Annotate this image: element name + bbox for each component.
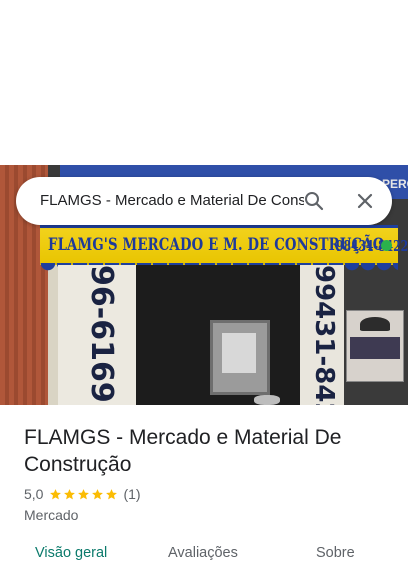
star-icon xyxy=(50,488,62,499)
poster-graphic xyxy=(360,317,390,331)
place-tabs: Visão geral Avaliações Sobre xyxy=(0,536,408,570)
tab-overview[interactable]: Visão geral xyxy=(35,545,107,561)
star-rating xyxy=(49,488,118,501)
close-icon[interactable] xyxy=(353,189,377,213)
place-title: FLAMGS - Mercado e Material De Construçã… xyxy=(24,426,342,476)
review-count[interactable]: (1) xyxy=(123,486,140,502)
star-icon xyxy=(64,488,76,499)
place-category[interactable]: Mercado xyxy=(24,507,78,523)
photo-shelf-inner xyxy=(222,333,256,373)
whatsapp-icon xyxy=(381,240,392,251)
star-icon xyxy=(78,488,90,499)
search-icon[interactable] xyxy=(302,189,326,213)
pillar-phone-right: 99431-8422 xyxy=(309,265,339,405)
photo-stool xyxy=(254,395,280,405)
poster-band xyxy=(350,337,400,359)
star-icon xyxy=(106,488,118,499)
map-blank-area xyxy=(0,0,408,165)
pillar-phone-left: 96-6169 xyxy=(84,265,119,403)
search-input[interactable]: FLAMGS - Mercado e Material De Construçã… xyxy=(40,191,304,211)
star-icon xyxy=(92,488,104,499)
search-bar[interactable]: FLAMGS - Mercado e Material De Construçã… xyxy=(16,177,392,225)
rating-row[interactable]: 5,0 (1) xyxy=(24,485,141,503)
store-sign-phone: 98434-8422 xyxy=(336,237,408,255)
store-sign-text: FLAMG'S MERCADO E M. DE CONSTRUÇÃO xyxy=(48,235,385,255)
rating-value: 5,0 xyxy=(24,486,44,502)
tab-about[interactable]: Sobre xyxy=(316,545,355,561)
tab-reviews[interactable]: Avaliações xyxy=(168,545,238,561)
